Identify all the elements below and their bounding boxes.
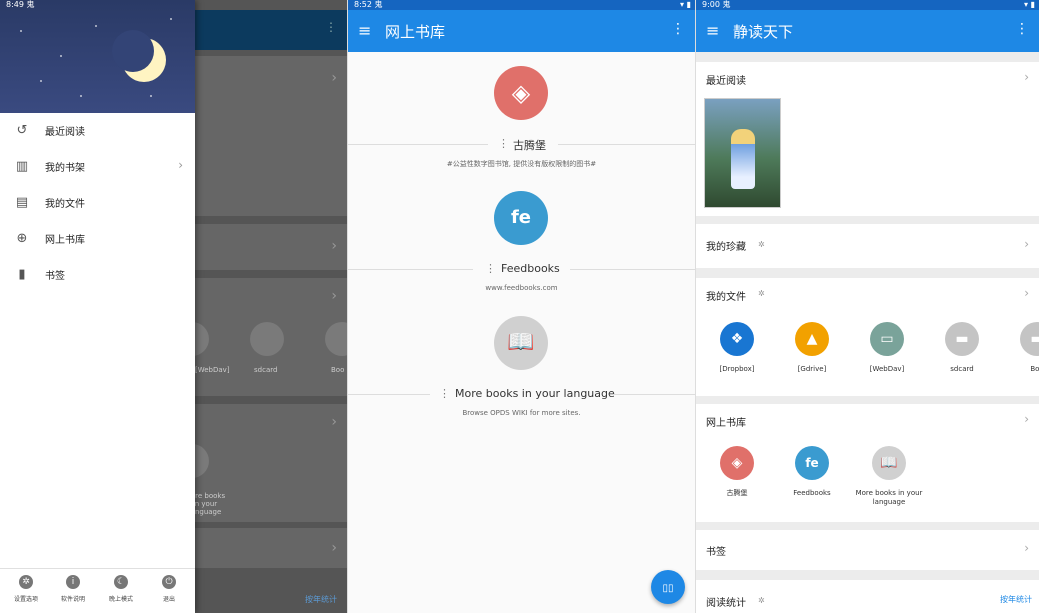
- night-mode-button[interactable]: ☾ 晚上模式: [97, 575, 145, 603]
- drawer-item-online-library[interactable]: ⊕ 网上书库: [0, 221, 195, 257]
- chevron-right-icon: ›: [331, 414, 337, 430]
- gear-icon[interactable]: ✲: [758, 289, 765, 298]
- file-source-books[interactable]: ▬ Boo: [1004, 322, 1039, 374]
- more-icon[interactable]: ⋮: [1015, 21, 1029, 37]
- library-gutenberg[interactable]: ◈ 古腾堡: [704, 446, 770, 498]
- book-icon: ▯▯: [662, 583, 674, 594]
- dimmed-card: › [WebDav] sdcard Boo: [175, 278, 347, 396]
- book-cover[interactable]: [704, 98, 781, 208]
- chevron-right-icon[interactable]: ›: [1024, 541, 1029, 555]
- dimmed-card: › More books in your language: [175, 404, 347, 522]
- drawer-item-recent-reading[interactable]: ↺ 最近阅读: [0, 113, 195, 149]
- chevron-right-icon: ›: [331, 70, 337, 86]
- online-library-card[interactable]: 网上书库 › ◈ 古腾堡 fe Feedbooks 📖 More books i…: [696, 404, 1039, 522]
- drawer-screen: ⋮ › › › [WebDav] sdcard Boo › More books…: [0, 0, 347, 613]
- chevron-right-icon[interactable]: ›: [1024, 286, 1029, 300]
- file-source-dropbox[interactable]: ❖ [Dropbox]: [704, 322, 770, 374]
- file-source-sdcard[interactable]: ▬ sdcard: [929, 322, 995, 374]
- dropbox-icon: ❖: [720, 322, 754, 356]
- chevron-right-icon: ›: [331, 288, 337, 304]
- drawer-item-bookmarks[interactable]: ▮ 书签: [0, 257, 195, 293]
- library-row-gutenberg[interactable]: ⋮ 古腾堡: [348, 137, 695, 152]
- globe-icon: ⊕: [16, 231, 28, 246]
- history-icon: ↺: [16, 123, 28, 138]
- dimmed-card: ›: [195, 56, 347, 216]
- moon-icon: ☾: [114, 575, 128, 589]
- my-files-card[interactable]: 我的文件 ✲ › ❖ [Dropbox] ▲ [Gdrive] ▭ [WebDa…: [696, 278, 1039, 396]
- info-icon: i: [66, 575, 80, 589]
- chevron-right-icon: ›: [331, 540, 337, 556]
- app-bar: ≡ 网上书库 ⋮: [348, 10, 695, 52]
- page-title: 网上书库: [385, 23, 446, 41]
- library-row-feedbooks[interactable]: ⋮ Feedbooks: [348, 262, 695, 276]
- app-bar: ≡ 静读天下 ⋮: [696, 10, 1039, 52]
- library-feedbooks[interactable]: fe Feedbooks: [779, 446, 845, 498]
- google-drive-icon: ▲: [795, 322, 829, 356]
- drawer-header-night-sky: [0, 0, 195, 113]
- feedbooks-logo-icon[interactable]: fe: [494, 191, 548, 245]
- gutenberg-logo-icon[interactable]: ◈: [494, 66, 548, 120]
- navigation-drawer: 8:49 鬼 ↺ 最近阅读 ▥ 我的书架 › ▤ 我的文件 ⊕ 网上书库 ▮ 书…: [0, 0, 195, 613]
- gear-icon: ✲: [19, 575, 33, 589]
- dimmed-card: ›: [195, 224, 347, 270]
- document-icon: ▤: [15, 195, 29, 210]
- status-bar: 8:49 鬼: [6, 0, 35, 9]
- chevron-right-icon[interactable]: ›: [1024, 70, 1029, 84]
- more-icon[interactable]: ⋮: [485, 262, 496, 275]
- settings-button[interactable]: ✲ 设置选项: [2, 575, 50, 603]
- dimmed-card: ›: [195, 528, 347, 568]
- yearly-stats-link[interactable]: 按年统计: [1000, 594, 1032, 605]
- folder-icon: ▬: [945, 322, 979, 356]
- feedbooks-icon: fe: [795, 446, 829, 480]
- folder-icon: ▬: [1020, 322, 1039, 356]
- exit-button[interactable]: ⏻ 退出: [145, 575, 193, 603]
- chevron-right-icon: ›: [331, 238, 337, 254]
- page-title: 静读天下: [733, 23, 794, 41]
- open-library-fab[interactable]: ▯▯: [651, 570, 685, 604]
- dimmed-app-bar: ⋮: [195, 10, 347, 50]
- more-icon: ⋮: [325, 20, 337, 34]
- status-bar: 9:00 鬼 ▾ ▮: [696, 0, 1039, 10]
- more-icon[interactable]: ⋮: [671, 21, 685, 37]
- menu-icon[interactable]: ≡: [358, 21, 371, 40]
- chevron-right-icon: ›: [178, 158, 183, 172]
- file-source-gdrive[interactable]: ▲ [Gdrive]: [779, 322, 845, 374]
- library-more-books[interactable]: 📖 More books in your language: [854, 446, 924, 507]
- recent-reading-card[interactable]: 最近阅读 ›: [696, 62, 1039, 216]
- gear-icon[interactable]: ✲: [758, 596, 765, 605]
- gear-icon[interactable]: ✲: [758, 240, 765, 249]
- drawer-item-my-files[interactable]: ▤ 我的文件: [0, 185, 195, 221]
- menu-icon[interactable]: ≡: [706, 21, 719, 40]
- more-icon[interactable]: ⋮: [498, 137, 509, 150]
- drawer-item-my-bookshelf[interactable]: ▥ 我的书架 ›: [0, 149, 195, 185]
- chevron-right-icon[interactable]: ›: [1024, 412, 1029, 426]
- chevron-right-icon[interactable]: ›: [1024, 237, 1029, 251]
- drawer-footer: ✲ 设置选项 i 软件说明 ☾ 晚上模式 ⏻ 退出: [0, 568, 195, 613]
- gutenberg-icon: ◈: [720, 446, 754, 480]
- power-icon: ⏻: [162, 575, 176, 589]
- file-source-webdav[interactable]: ▭ [WebDav]: [854, 322, 920, 374]
- status-bar: 8:52 鬼 ▾ ▮: [348, 0, 695, 10]
- monitor-icon: ▭: [870, 322, 904, 356]
- open-book-icon: 📖: [872, 446, 906, 480]
- favorites-card[interactable]: 我的珍藏 ✲ ›: [696, 224, 1039, 268]
- help-button[interactable]: i 软件说明: [49, 575, 97, 603]
- reading-stats-card[interactable]: 阅读统计 ✲ 按年统计: [696, 580, 1039, 613]
- home-screen: 9:00 鬼 ▾ ▮ ≡ 静读天下 ⋮ 最近阅读 › 我的珍藏 ✲ › 我的文件…: [695, 0, 1039, 613]
- bookmarks-card[interactable]: 书签 ›: [696, 530, 1039, 570]
- bookshelf-icon: ▥: [15, 159, 29, 174]
- library-row-more-books[interactable]: ⋮ More books in your language: [348, 387, 695, 401]
- online-library-screen: 8:52 鬼 ▾ ▮ ≡ 网上书库 ⋮ ◈ ⋮ 古腾堡 #公益性数字图书馆, 提…: [347, 0, 695, 613]
- more-icon[interactable]: ⋮: [439, 387, 450, 400]
- open-book-icon[interactable]: 📖: [494, 316, 548, 370]
- bookmark-book-icon: ▮: [18, 267, 26, 282]
